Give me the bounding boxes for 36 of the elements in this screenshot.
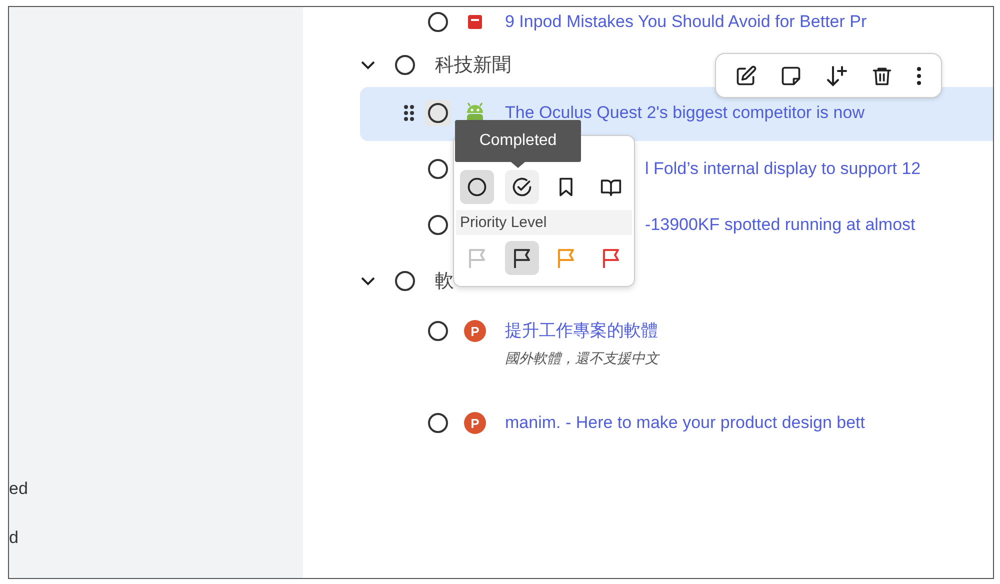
checkbox-circle[interactable] (428, 103, 448, 123)
check-circle-icon (510, 176, 533, 198)
circle-icon (466, 176, 488, 198)
item-link[interactable]: manim. - Here to make your product design bett (505, 410, 865, 436)
edit-icon (735, 64, 758, 86)
more-icon (916, 66, 922, 86)
todo-status-button[interactable] (460, 170, 494, 204)
drag-handle-icon[interactable] (403, 104, 415, 122)
item-note: 國外軟體，還不支援中文 (505, 350, 659, 368)
tooltip: Completed (455, 120, 581, 162)
item-link[interactable]: -13900KF spotted running at almost (645, 212, 916, 238)
checkbox-circle[interactable] (428, 12, 448, 32)
group-title: 科技新聞 (435, 53, 511, 78)
item-link[interactable]: l Fold’s internal display to support 12 (645, 156, 921, 182)
checkbox-circle[interactable] (428, 321, 448, 341)
checkbox-circle[interactable] (395, 271, 415, 291)
priority-flag-button[interactable] (504, 241, 539, 275)
checkbox-circle[interactable] (428, 413, 448, 433)
done-status-button[interactable] (504, 170, 539, 204)
tooltip-arrow-icon (511, 162, 525, 168)
checkbox-circle[interactable] (395, 55, 415, 75)
chevron-icon[interactable] (360, 276, 376, 286)
checkbox-circle[interactable] (428, 159, 448, 179)
group-title: 軟 (435, 269, 454, 294)
chevron-icon[interactable] (360, 60, 376, 70)
app-badge-icon: P (464, 412, 486, 434)
sidebar-item[interactable]: ed (9, 478, 28, 499)
app-badge-icon: P (464, 320, 486, 342)
arrow-down-plus-icon (824, 64, 848, 88)
checkbox-circle[interactable] (428, 215, 448, 235)
item-link[interactable]: 9 Inpod Mistakes You Should Avoid for Better Pr (505, 9, 867, 35)
item-link[interactable]: 提升工作專案的軟體 (505, 318, 659, 344)
priority-heading: Priority Level (456, 210, 632, 235)
document-icon (466, 13, 484, 31)
note-icon (780, 64, 802, 86)
sidebar-item[interactable]: d (9, 527, 18, 548)
